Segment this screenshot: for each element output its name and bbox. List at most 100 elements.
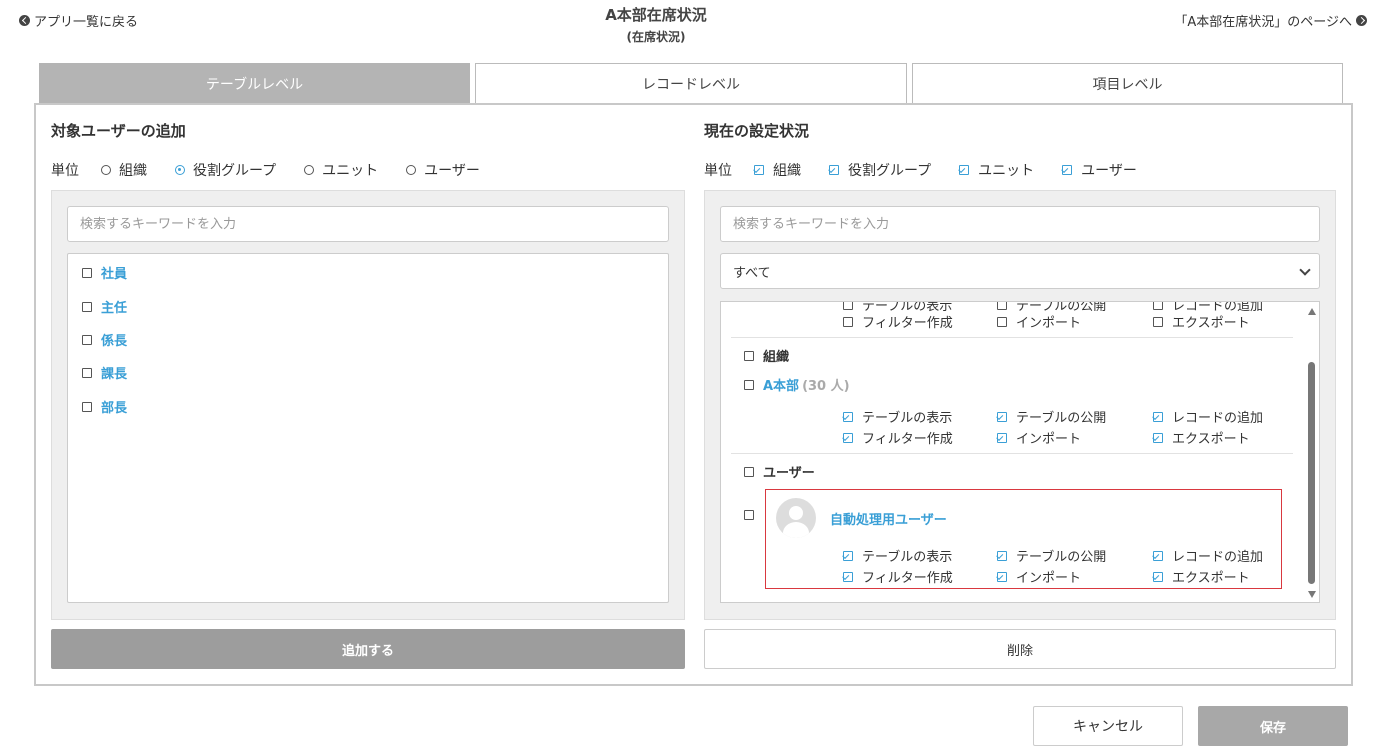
perm-label: エクスポート [1172, 432, 1250, 447]
scroll-up-icon[interactable] [1308, 308, 1316, 315]
checkbox-icon[interactable] [82, 267, 92, 278]
unit-check-role-group[interactable]: 役割グループ [829, 160, 931, 180]
perm-label: エクスポート [1172, 571, 1250, 586]
perm-table-publish[interactable]: テーブルの公開 [997, 546, 1106, 565]
radio-icon [304, 165, 315, 175]
filter-select[interactable]: すべて [720, 253, 1320, 289]
left-unit-selector: 単位 組織 役割グループ ユニット ユーザー [51, 160, 508, 180]
settings-list: テーブルの表示 テーブルの公開 レコードの追加 フィルター作成 インポート エク… [720, 301, 1320, 603]
perm-import[interactable]: インポート [997, 428, 1081, 447]
page-title-text: A本部在席状況 [605, 6, 707, 24]
unit-label: 単位 [51, 163, 79, 179]
list-item[interactable]: 社員 [82, 263, 127, 282]
checkbox-icon[interactable] [82, 334, 92, 345]
unit-label: 単位 [704, 163, 732, 179]
unit-radio-label: 組織 [119, 163, 147, 179]
left-search-input[interactable] [67, 206, 669, 242]
checkbox-icon [744, 466, 754, 477]
scroll-thumb[interactable] [1308, 362, 1315, 584]
radio-selected-icon [175, 165, 185, 175]
checkbox-checked-icon [997, 550, 1007, 561]
checkbox-checked-icon [829, 165, 839, 175]
checkbox-icon[interactable] [82, 367, 92, 378]
perm-label: インポート [1016, 316, 1082, 331]
unit-check-label: 役割グループ [848, 163, 932, 179]
add-button[interactable]: 追加する [51, 629, 685, 669]
unit-radio-role-group[interactable]: 役割グループ [175, 160, 276, 180]
group-label: 組織 [763, 350, 790, 365]
group-user[interactable]: ユーザー [744, 462, 815, 481]
back-link-label: アプリ一覧に戻る [34, 15, 139, 30]
perm-export[interactable]: エクスポート [1153, 428, 1250, 447]
right-unit-filter: 単位 組織 役割グループ ユニット ユーザー [704, 160, 1165, 180]
perm-import[interactable]: インポート [997, 567, 1081, 586]
checkbox-checked-icon [997, 571, 1007, 582]
checkbox-checked-icon [754, 165, 764, 175]
perm-filter-create[interactable]: フィルター作成 [843, 312, 953, 331]
save-button[interactable]: 保存 [1198, 706, 1348, 746]
org-entry[interactable]: A本部 (30 人) [744, 375, 850, 394]
unit-radio-org[interactable]: 組織 [101, 160, 147, 180]
list-item[interactable]: 課長 [82, 363, 127, 382]
perm-filter-create[interactable]: フィルター作成 [843, 567, 953, 586]
perm-filter-create[interactable]: フィルター作成 [843, 428, 953, 447]
radio-icon [406, 165, 417, 175]
perm-label: フィルター作成 [862, 571, 953, 586]
checkbox-icon [997, 316, 1007, 327]
role-label: 主任 [101, 301, 128, 316]
right-search-input[interactable] [720, 206, 1320, 242]
radio-icon [101, 165, 111, 175]
list-item[interactable]: 部長 [82, 397, 127, 416]
tab-table-level[interactable]: テーブルレベル [39, 63, 470, 104]
unit-radio-unit[interactable]: ユニット [304, 160, 378, 180]
perm-record-add[interactable]: レコードの追加 [1153, 546, 1263, 565]
unit-check-user[interactable]: ユーザー [1062, 160, 1137, 180]
divider [731, 337, 1293, 338]
scroll-down-icon[interactable] [1308, 591, 1316, 598]
list-item[interactable]: 主任 [82, 297, 127, 316]
perm-export[interactable]: エクスポート [1153, 312, 1250, 331]
checkbox-checked-icon [959, 165, 970, 175]
scrollbar[interactable] [1305, 302, 1319, 602]
tab-field-level[interactable]: 項目レベル [912, 63, 1343, 104]
org-name[interactable]: A本部 [763, 375, 799, 394]
unit-check-label: ユニット [978, 163, 1035, 179]
perm-table-view[interactable]: テーブルの表示 [843, 546, 952, 565]
user-entry-checkbox[interactable] [744, 510, 763, 520]
unit-radio-user[interactable]: ユーザー [406, 160, 480, 180]
cancel-button[interactable]: キャンセル [1033, 706, 1183, 746]
checkbox-checked-icon [843, 411, 853, 422]
checkbox-icon [997, 302, 1007, 310]
checkbox-icon[interactable] [82, 401, 92, 412]
perm-table-view[interactable]: テーブルの表示 [843, 407, 952, 426]
unit-check-org[interactable]: 組織 [754, 160, 801, 180]
list-item[interactable]: 係長 [82, 330, 127, 349]
unit-check-label: ユーザー [1081, 163, 1137, 179]
unit-check-label: 組織 [773, 163, 801, 179]
delete-button[interactable]: 削除 [704, 629, 1336, 669]
back-to-apps-link[interactable]: アプリ一覧に戻る [19, 11, 138, 30]
perm-export[interactable]: エクスポート [1153, 567, 1250, 586]
unit-check-unit[interactable]: ユニット [959, 160, 1034, 180]
perm-table-publish[interactable]: テーブルの公開 [997, 407, 1106, 426]
perm-label: インポート [1016, 432, 1082, 447]
tab-record-level[interactable]: レコードレベル [475, 63, 907, 104]
checkbox-icon [744, 350, 754, 361]
checkbox-icon[interactable] [82, 301, 92, 312]
perm-record-add[interactable]: レコードの追加 [1153, 407, 1263, 426]
perm-label: テーブルの表示 [862, 550, 953, 565]
filter-select-value: すべて [733, 265, 771, 281]
chevron-right-icon [1356, 15, 1367, 26]
checkbox-checked-icon [843, 432, 853, 443]
checkbox-checked-icon [1153, 571, 1163, 582]
left-search-box: 社員 主任 係長 課長 部長 [51, 190, 685, 620]
go-to-page-link[interactable]: 「A本部在席状況」のページへ [1174, 11, 1367, 30]
checkbox-checked-icon [997, 432, 1007, 443]
checkbox-icon [744, 379, 754, 390]
perm-import[interactable]: インポート [997, 312, 1081, 331]
group-org[interactable]: 組織 [744, 346, 789, 365]
perm-label: テーブルの公開 [1016, 550, 1107, 565]
perm-label: エクスポート [1172, 316, 1250, 331]
checkbox-checked-icon [1062, 165, 1073, 175]
user-name-link[interactable]: 自動処理用ユーザー [830, 509, 947, 528]
